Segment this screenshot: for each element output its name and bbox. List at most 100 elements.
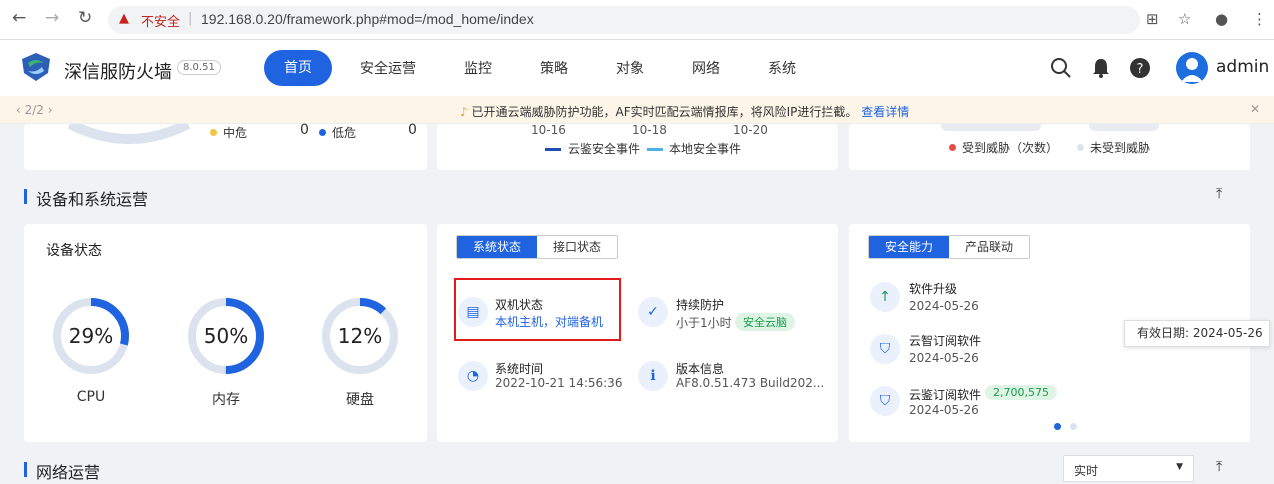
safe-dot: [1077, 144, 1084, 151]
legend-label: 本地安全事件: [669, 142, 742, 156]
not-secure-label: 不安全: [141, 15, 181, 30]
translate-icon[interactable]: ⊞: [1146, 10, 1159, 28]
low-risk-dot: [319, 129, 326, 136]
svg-text:?: ?: [1137, 62, 1144, 77]
usage-percent: 12%: [337, 324, 383, 348]
legend-label: 云鉴安全事件: [568, 142, 641, 156]
usage-percent: 50%: [203, 324, 249, 348]
collapse-icon[interactable]: ⤒: [1216, 459, 1222, 475]
divider: |: [188, 11, 193, 26]
reload-icon[interactable]: ↻: [78, 8, 92, 28]
legend-label: 受到威胁（次数）: [962, 141, 1059, 155]
low-risk-value: 0: [408, 122, 417, 138]
legend-label: 未受到威胁: [1090, 141, 1151, 155]
banner-pager[interactable]: ‹ 2/2 ›: [16, 103, 53, 117]
usage-label: 内存: [212, 392, 240, 408]
search-icon[interactable]: [1050, 57, 1072, 79]
cloud-brain-tag: 安全云脑: [735, 313, 795, 331]
capability-title: 软件升级: [909, 282, 958, 296]
threat-level-card: 中危 0 低危 0: [24, 122, 427, 170]
profile-icon[interactable]: ●: [1215, 10, 1228, 28]
nav-monitor[interactable]: 监控: [464, 58, 492, 78]
nav-security-ops[interactable]: 安全运营: [360, 58, 416, 78]
banner-link[interactable]: 查看详情: [861, 105, 909, 119]
count-badge: 2,700,575: [985, 385, 1057, 400]
warning-icon: ▲: [119, 11, 129, 26]
usage-percent: 29%: [68, 324, 114, 348]
tab-interface-status[interactable]: 接口状态: [537, 236, 618, 258]
protection-title: 持续防护: [676, 298, 725, 312]
threatened-dot: [949, 144, 956, 151]
collapse-icon[interactable]: ⤒: [1216, 186, 1222, 202]
version-title: 版本信息: [676, 362, 725, 376]
low-risk-label: 低危: [332, 126, 357, 140]
time-range-select[interactable]: 实时 ▼: [1063, 455, 1194, 482]
banner-text: 已开通云端威胁防护功能，AF实时匹配云端情报库，将风险IP进行拦截。: [471, 105, 858, 119]
section-title: 设备和系统运营: [23, 186, 148, 210]
nav-network[interactable]: 网络: [692, 58, 720, 78]
nav-system[interactable]: 系统: [768, 58, 796, 78]
protection-value: 小于1小时: [676, 316, 732, 330]
banner-message: ♪ 已开通云端威胁防护功能，AF实时匹配云端情报库，将风险IP进行拦截。 查看详…: [460, 103, 909, 120]
shield-icon: ⛉: [870, 386, 900, 416]
capability-title: 云鉴订阅软件: [909, 388, 982, 402]
time-value: 2022-10-21 14:56:36: [495, 376, 623, 390]
status-tabs: 系统状态 接口状态: [456, 235, 619, 259]
nav-policy[interactable]: 策略: [540, 58, 568, 78]
version-badge: 8.0.51: [177, 60, 221, 75]
nav-home[interactable]: 首页: [264, 50, 332, 86]
bell-icon[interactable]: [1090, 57, 1112, 79]
event-trend-card: 10-16 10-18 10-20 云鉴安全事件 本地安全事件: [437, 123, 838, 170]
upgrade-icon: ↑: [870, 282, 900, 312]
mid-risk-dot: [210, 129, 217, 136]
top-navigation: 深信服防火墙 8.0.51 首页 安全运营 监控 策略 对象 网络 系统 ? a…: [0, 40, 1274, 96]
tab-security-capability[interactable]: 安全能力: [869, 236, 950, 258]
legend-swatch: [545, 148, 561, 151]
carousel-dot-active[interactable]: [1054, 423, 1061, 430]
x-tick: 10-20: [733, 123, 768, 137]
back-icon[interactable]: ←: [12, 8, 26, 28]
star-icon[interactable]: ☆: [1178, 10, 1191, 28]
donut-chart-remnant: [67, 124, 191, 144]
capability-date: 2024-05-26: [909, 299, 979, 313]
card-title: 设备状态: [46, 243, 102, 259]
address-bar[interactable]: ▲ 不安全 | 192.168.0.20/framework.php#mod=/…: [108, 6, 1140, 34]
logo-icon: [22, 53, 50, 81]
info-icon: ℹ: [638, 361, 668, 391]
menu-icon[interactable]: ⋮: [1252, 10, 1267, 28]
clock-icon: ◔: [458, 361, 488, 391]
usage-label: CPU: [76, 389, 106, 405]
select-value: 实时: [1074, 464, 1099, 478]
help-icon[interactable]: ?: [1129, 57, 1151, 79]
capability-title: 云智订阅软件: [909, 334, 982, 348]
time-title: 系统时间: [495, 362, 544, 376]
tab-system-status[interactable]: 系统状态: [457, 236, 538, 258]
capability-date: 2024-05-26: [909, 403, 979, 417]
usage-label: 硬盘: [346, 392, 374, 408]
close-icon[interactable]: ✕: [1250, 102, 1260, 116]
carousel-dot[interactable]: [1070, 423, 1077, 430]
device-status-card: 设备状态 29% CPU 50% 内存 12% 硬盘: [24, 224, 427, 442]
bar-remnant: [1089, 124, 1159, 131]
avatar[interactable]: [1176, 52, 1208, 84]
section-title: 网络运营: [23, 459, 100, 483]
x-tick: 10-18: [632, 123, 667, 137]
mid-risk-label: 中危: [223, 126, 248, 140]
bar-remnant: [941, 124, 1041, 131]
browser-toolbar: ← → ↻ ▲ 不安全 | 192.168.0.20/framework.php…: [0, 0, 1274, 40]
nav-object[interactable]: 对象: [616, 58, 644, 78]
brand-name: 深信服防火墙: [64, 62, 172, 83]
forward-icon[interactable]: →: [45, 8, 59, 28]
capability-date: 2024-05-26: [909, 351, 979, 365]
tooltip: 有效日期: 2024-05-26: [1124, 320, 1270, 347]
username[interactable]: admin: [1216, 57, 1269, 77]
notice-banner: ‹ 2/2 › ♪ 已开通云端威胁防护功能，AF实时匹配云端情报库，将风险IP进…: [0, 96, 1274, 124]
bell-icon: ♪: [460, 105, 468, 119]
x-tick: 10-16: [531, 123, 566, 137]
shield-icon: ✓: [638, 297, 668, 327]
url-text[interactable]: 192.168.0.20/framework.php#mod=/mod_home…: [201, 11, 534, 27]
threat-summary-card: 受到威胁（次数） 未受到威胁: [849, 124, 1250, 170]
legend-swatch: [647, 148, 663, 151]
version-value: AF8.0.51.473 Build202...: [676, 376, 825, 390]
tab-product-linkage[interactable]: 产品联动: [949, 236, 1030, 258]
